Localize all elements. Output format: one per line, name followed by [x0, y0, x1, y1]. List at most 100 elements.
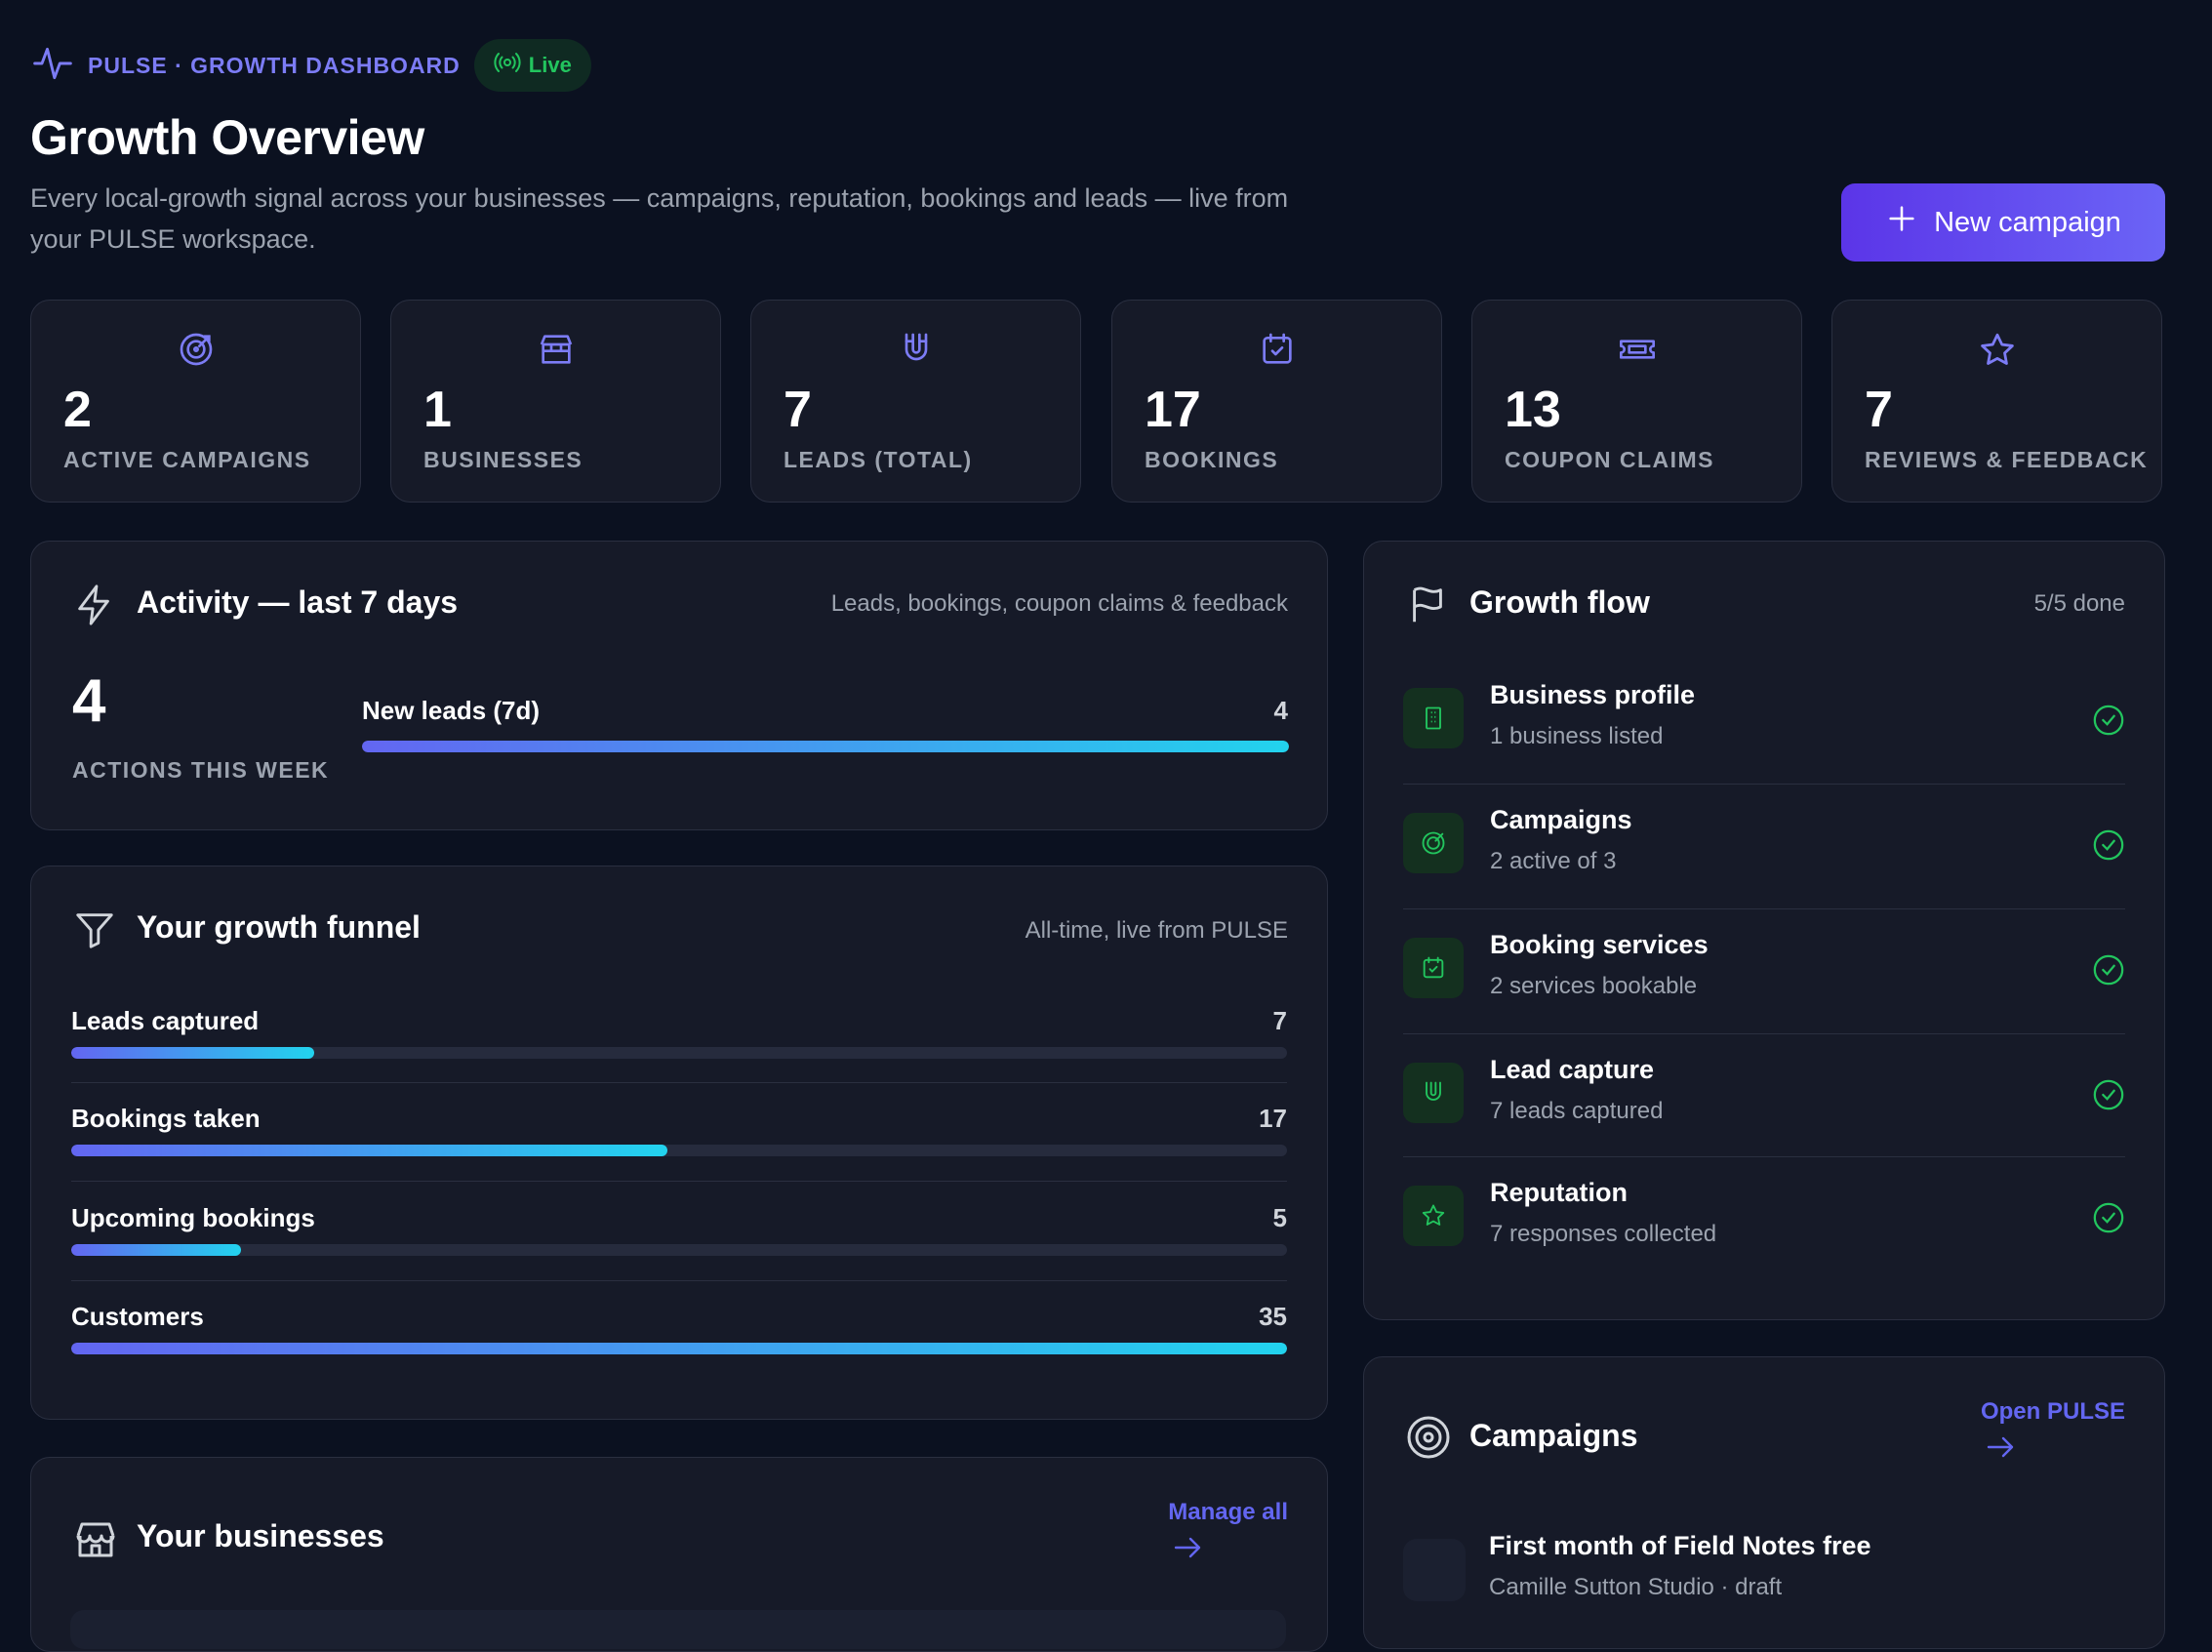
stat-value: 7 — [784, 382, 812, 438]
stat-label: BUSINESSES — [423, 447, 583, 472]
open-pulse-label: Open PULSE — [1980, 1398, 2125, 1425]
arrow-right-icon — [1168, 1530, 1288, 1572]
campaigns-title: Campaigns — [1469, 1418, 1638, 1453]
funnel-divider — [71, 1181, 1287, 1182]
plus-icon — [1885, 202, 1918, 243]
funnel-row-name: Customers — [71, 1302, 204, 1331]
live-badge: Live — [473, 39, 591, 92]
flow-step-business-profile[interactable]: Business profile 1 business listed — [1403, 659, 2125, 784]
stat-value: 13 — [1505, 382, 1561, 438]
flag-icon — [1405, 583, 1450, 632]
check-circle-icon — [2092, 1201, 2125, 1239]
stat-card-bookings[interactable]: 17 BOOKINGS — [1111, 300, 1442, 503]
funnel-bar-fill — [71, 1047, 315, 1059]
check-circle-icon — [2092, 1078, 2125, 1116]
funnel-bar-fill — [71, 1244, 242, 1256]
flow-step-sub: 7 responses collected — [1490, 1221, 1717, 1247]
manage-all-link[interactable]: Manage all — [1168, 1499, 1288, 1572]
new-leads-bar — [362, 741, 1289, 752]
stat-label: COUPON CLAIMS — [1505, 447, 1714, 472]
store-icon — [72, 1516, 119, 1568]
funnel-row-name: Upcoming bookings — [71, 1203, 315, 1232]
funnel-title: Your growth funnel — [137, 909, 421, 945]
check-circle-icon — [2092, 953, 2125, 991]
funnel-bar — [71, 1244, 1287, 1256]
stat-card-coupon-claims[interactable]: 13 COUPON CLAIMS — [1471, 300, 1802, 503]
campaign-meta: Camille Sutton Studio · draft — [1489, 1574, 1783, 1600]
flow-step-sub: 7 leads captured — [1490, 1098, 1664, 1124]
new-leads-label: New leads (7d) — [362, 696, 541, 725]
growth-flow-status: 5/5 done — [2033, 590, 2125, 617]
activity-note: Leads, bookings, coupon claims & feedbac… — [830, 590, 1288, 617]
flow-step-booking-services[interactable]: Booking services 2 services bookable — [1403, 908, 2125, 1033]
stat-value: 7 — [1865, 382, 1893, 438]
check-circle-icon — [2092, 704, 2125, 742]
campaigns-panel: Campaigns Open PULSE First month of Fiel… — [1363, 1356, 2165, 1649]
new-campaign-label: New campaign — [1934, 206, 2121, 238]
flow-step-reputation[interactable]: Reputation 7 responses collected — [1403, 1156, 2125, 1281]
arrow-right-icon — [1981, 1430, 2125, 1471]
funnel-icon — [72, 907, 117, 957]
stat-label: LEADS (TOTAL) — [784, 447, 973, 472]
stat-card-reviews[interactable]: 7 REVIEWS & FEEDBACK — [1831, 300, 2162, 503]
funnel-row-value: 35 — [1259, 1302, 1287, 1331]
growth-flow-panel: Growth flow 5/5 done Business profile 1 … — [1363, 541, 2165, 1320]
businesses-title: Your businesses — [137, 1518, 384, 1553]
stat-label: ACTIVE CAMPAIGNS — [63, 447, 311, 472]
stat-card-active-campaigns[interactable]: 2 ACTIVE CAMPAIGNS — [30, 300, 361, 503]
stat-label: BOOKINGS — [1145, 447, 1279, 472]
actions-count: 4 — [72, 667, 106, 735]
brand-title: PULSE · GROWTH DASHBOARD — [88, 52, 461, 78]
flow-step-name: Campaigns — [1490, 805, 1632, 834]
stat-card-leads[interactable]: 7 LEADS (TOTAL) — [750, 300, 1081, 503]
magnet-icon — [897, 330, 936, 374]
growth-flow-title: Growth flow — [1469, 584, 1650, 620]
actions-label: ACTIONS THIS WEEK — [72, 757, 330, 783]
stat-label: REVIEWS & FEEDBACK — [1865, 447, 2149, 472]
funnel-row-name: Leads captured — [71, 1006, 260, 1035]
funnel-row-name: Bookings taken — [71, 1104, 261, 1133]
stat-value: 1 — [423, 382, 452, 438]
live-label: Live — [528, 53, 572, 77]
new-campaign-button[interactable]: New campaign — [1841, 183, 2165, 262]
funnel-note: All-time, live from PULSE — [1025, 917, 1288, 944]
ticket-icon — [1617, 330, 1658, 374]
new-leads-value: 4 — [1273, 696, 1288, 725]
target-icon — [1405, 1414, 1452, 1466]
store-icon — [537, 330, 576, 374]
flow-step-name: Lead capture — [1490, 1055, 1655, 1084]
funnel-bar-fill — [71, 1343, 1287, 1354]
funnel-row-value: 7 — [1272, 1006, 1287, 1035]
business-row[interactable] — [70, 1610, 1286, 1649]
stat-value: 2 — [63, 382, 92, 438]
pulse-logo-icon — [31, 42, 74, 90]
star-icon — [1977, 330, 2018, 376]
check-circle-icon — [2092, 828, 2125, 866]
funnel-bar — [71, 1047, 1287, 1059]
stat-card-businesses[interactable]: 1 BUSINESSES — [390, 300, 721, 503]
funnel-row-value: 17 — [1259, 1104, 1287, 1133]
campaign-name[interactable]: First month of Field Notes free — [1489, 1531, 1871, 1561]
flow-step-name: Business profile — [1490, 680, 1696, 709]
calendar-check-icon — [1258, 330, 1297, 374]
open-pulse-link[interactable]: Open PULSE — [1981, 1398, 2125, 1471]
flow-step-name: Booking services — [1490, 930, 1709, 959]
flow-step-sub: 2 services bookable — [1490, 973, 1698, 999]
funnel-bar-fill — [71, 1145, 667, 1156]
lightning-icon — [72, 583, 117, 632]
activity-panel: Activity — last 7 days Leads, bookings, … — [30, 541, 1328, 830]
flow-step-name: Reputation — [1490, 1178, 1628, 1207]
target-icon — [1403, 813, 1464, 873]
building-icon — [1403, 688, 1464, 748]
flow-step-sub: 1 business listed — [1490, 723, 1664, 749]
funnel-bar — [71, 1343, 1287, 1354]
funnel-divider — [71, 1082, 1287, 1083]
funnel-divider — [71, 1280, 1287, 1281]
flow-step-sub: 2 active of 3 — [1490, 848, 1617, 874]
page-title: Growth Overview — [30, 110, 424, 165]
manage-all-label: Manage all — [1168, 1499, 1288, 1525]
businesses-panel: Your businesses Manage all — [30, 1457, 1328, 1652]
flow-step-lead-capture[interactable]: Lead capture 7 leads captured — [1403, 1033, 2125, 1158]
flow-step-campaigns[interactable]: Campaigns 2 active of 3 — [1403, 784, 2125, 908]
broadcast-icon — [494, 51, 521, 80]
